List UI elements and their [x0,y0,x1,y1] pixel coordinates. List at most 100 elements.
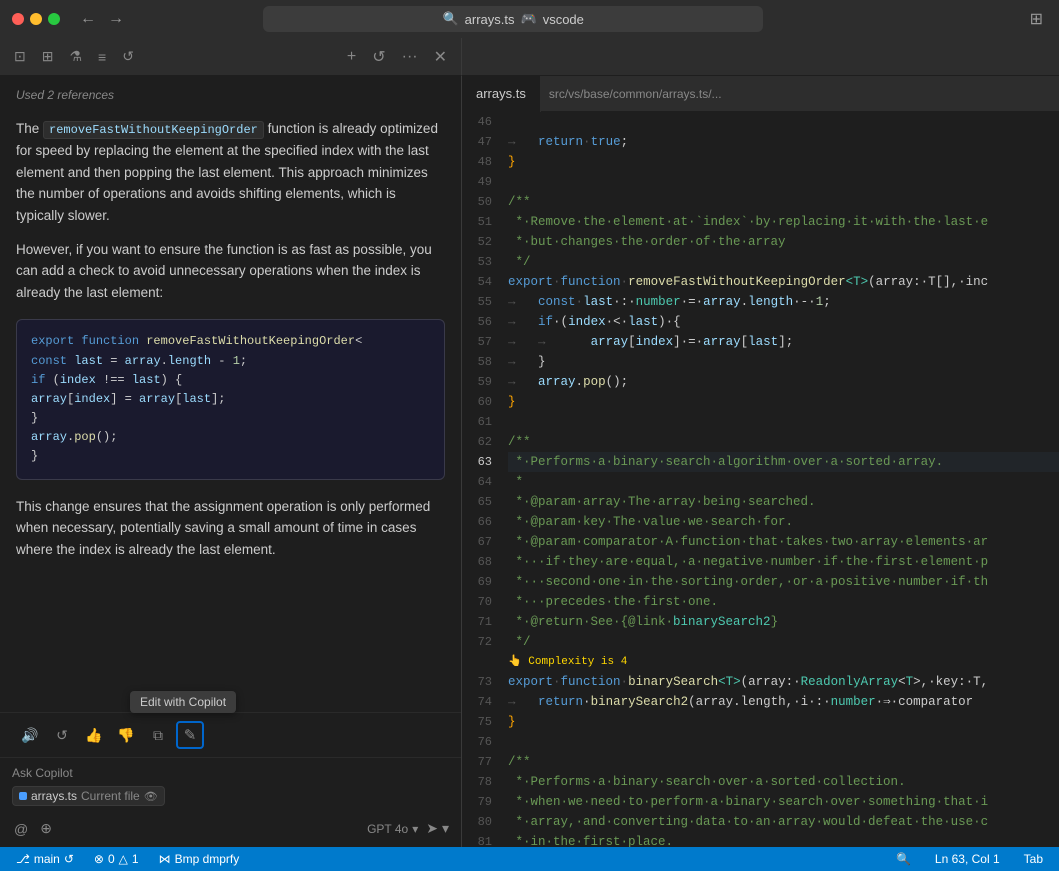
table-row: 77 /** [462,752,1059,772]
code-line-3: if (index !== last) { [31,371,430,390]
attach-button[interactable]: ⊕ [38,818,54,839]
code-block: export function removeFastWithoutKeeping… [16,319,445,479]
volume-button[interactable]: 🔊 [16,721,44,749]
table-row: 51 *·Remove·the·element·at·`index`·by·re… [462,212,1059,232]
tab-chat-icon[interactable]: ⊡ [8,44,32,69]
code-line-6: array.pop(); [31,428,430,447]
line-content: *·Performs·a·binary·search·algorithm·ove… [508,452,1059,472]
main-content: Used 2 references The removeFastWithoutK… [0,76,1059,847]
sync-icon: ↺ [64,852,74,866]
tab-list-icon[interactable]: ≡ [92,45,112,69]
statusbar-warnings[interactable]: ⊗ 0 △ 1 [90,847,143,871]
line-number: 69 [462,572,508,592]
minimize-traffic-light[interactable] [30,13,42,25]
regenerate-button[interactable]: ↺ [48,721,76,749]
line-number: 80 [462,812,508,832]
nav-back-button[interactable]: ← [76,8,100,30]
table-row: 73 export·function·binarySearch<T>(array… [462,672,1059,692]
thumbs-down-button[interactable]: 👎 [112,721,140,749]
chat-history-button[interactable]: ↺ [366,45,391,69]
line-content: → → array[index]·=·array[last]; [508,332,1059,352]
tab-history-icon[interactable]: ↺ [116,44,140,69]
copy-icon: ⧉ [153,727,163,744]
warning-count: 0 [108,852,115,866]
line-number: 65 [462,492,508,512]
warning-icon: ⊗ [94,852,104,866]
statusbar-branch[interactable]: ⎇ main ↺ [12,847,78,871]
send-button[interactable]: ➤ ▾ [426,820,449,837]
line-number: 58 [462,352,508,372]
chat-paragraph-1: The removeFastWithoutKeepingOrder functi… [16,118,445,227]
editor-tab-path: src/vs/base/common/arrays.ts/... [541,87,730,101]
line-content: /** [508,192,1059,212]
chat-paragraph-2: However, if you want to ensure the funct… [16,239,445,304]
line-content: /** [508,432,1059,452]
line-content: → if·(index·<·last)·{ [508,312,1059,332]
table-row: 55 → const·last·:·number·=·array.length·… [462,292,1059,312]
editor-tab-filename: arrays.ts [476,86,526,101]
editor-tabs: arrays.ts src/vs/base/common/arrays.ts/.… [462,76,1059,112]
line-number: 60 [462,392,508,412]
file-tag[interactable]: arrays.ts Current file 👁 [12,786,165,806]
line-content: * [508,472,1059,492]
titlebar: ← → 🔍 arrays.ts 🎮 vscode ⊞ [0,0,1059,38]
edit-with-copilot-button[interactable]: ✎ [176,721,204,749]
line-content: *·@param·array·The·array·being·searched. [508,492,1059,512]
table-row: 47 → return·true; [462,132,1059,152]
table-row: 56 → if·(index·<·last)·{ [462,312,1059,332]
line-content: *·but·changes·the·order·of·the·array [508,232,1059,252]
line-number: 52 [462,232,508,252]
close-traffic-light[interactable] [12,13,24,25]
line-content: → const·last·:·number·=·array.length·-·1… [508,292,1059,312]
line-content: *·in·the·first·place. [508,832,1059,847]
line-content: } [508,152,1059,172]
statusbar-bmp[interactable]: ⋈ Bmp dmprfy [155,847,244,871]
statusbar-tab[interactable]: Tab [1020,852,1047,866]
chat-close-button[interactable]: ✕ [428,45,453,69]
code-line-5: } [31,409,430,428]
line-content: *·array,·and·converting·data·to·an·array… [508,812,1059,832]
extensions-button[interactable]: ⊞ [1026,7,1047,31]
new-chat-button[interactable]: + [341,46,362,68]
code-content[interactable]: 46 47 → return·true; 48 } 49 [462,112,1059,847]
table-row: 54 export·function·removeFastWithoutKeep… [462,272,1059,292]
at-mention-button[interactable]: @ [12,818,30,839]
vscode-label: vscode [543,12,584,27]
line-number: 74 [462,692,508,712]
chat-toolbar: 🔊 ↺ 👍 👎 ⧉ ✎ Edit with Copilot [0,712,461,757]
bmp-label: Bmp dmprfy [175,852,240,866]
line-number: 56 [462,312,508,332]
table-row: 79 *·when·we·need·to·perform·a·binary·se… [462,792,1059,812]
editor-tabbar-spacer [462,38,1059,76]
editor-tab-arrays[interactable]: arrays.ts [462,76,541,112]
copy-button[interactable]: ⧉ [144,721,172,749]
statusbar-cursor[interactable]: Ln 63, Col 1 [931,852,1004,866]
code-editor-panel: arrays.ts src/vs/base/common/arrays.ts/.… [462,76,1059,847]
nav-buttons: ← → [76,8,128,30]
line-content [508,112,1059,132]
line-content: } [508,392,1059,412]
chat-messages: Used 2 references The removeFastWithoutK… [0,76,461,712]
complexity-badge: 👆 Complexity is 4 [508,652,1059,672]
address-bar[interactable]: 🔍 arrays.ts 🎮 vscode [263,6,763,32]
table-row: 53 */ [462,252,1059,272]
statusbar-search[interactable]: 🔍 [892,852,915,866]
traffic-lights [12,13,60,25]
edit-icon: ✎ [184,726,197,744]
thumbs-up-button[interactable]: 👍 [80,721,108,749]
search-icon: 🔍 [896,852,911,866]
chat-paragraph-3: This change ensures that the assignment … [16,496,445,561]
line-content: → } [508,352,1059,372]
tab-grid-icon[interactable]: ⊞ [36,44,60,69]
tab-flask-icon[interactable]: ⚗ [63,44,88,69]
thumbs-up-icon: 👍 [85,727,102,744]
line-number: 68 [462,552,508,572]
table-row: 78 *·Performs·a·binary·search·over·a·sor… [462,772,1059,792]
chat-more-button[interactable]: ··· [396,46,424,68]
maximize-traffic-light[interactable] [48,13,60,25]
nav-forward-button[interactable]: → [104,8,128,30]
table-row: 58 → } [462,352,1059,372]
model-selector[interactable]: GPT 4o ▾ [367,822,418,836]
search-icon: 🔍 [442,11,458,27]
panel-tabbar: ⊡ ⊞ ⚗ ≡ ↺ + ↺ ··· ✕ [0,38,1059,76]
